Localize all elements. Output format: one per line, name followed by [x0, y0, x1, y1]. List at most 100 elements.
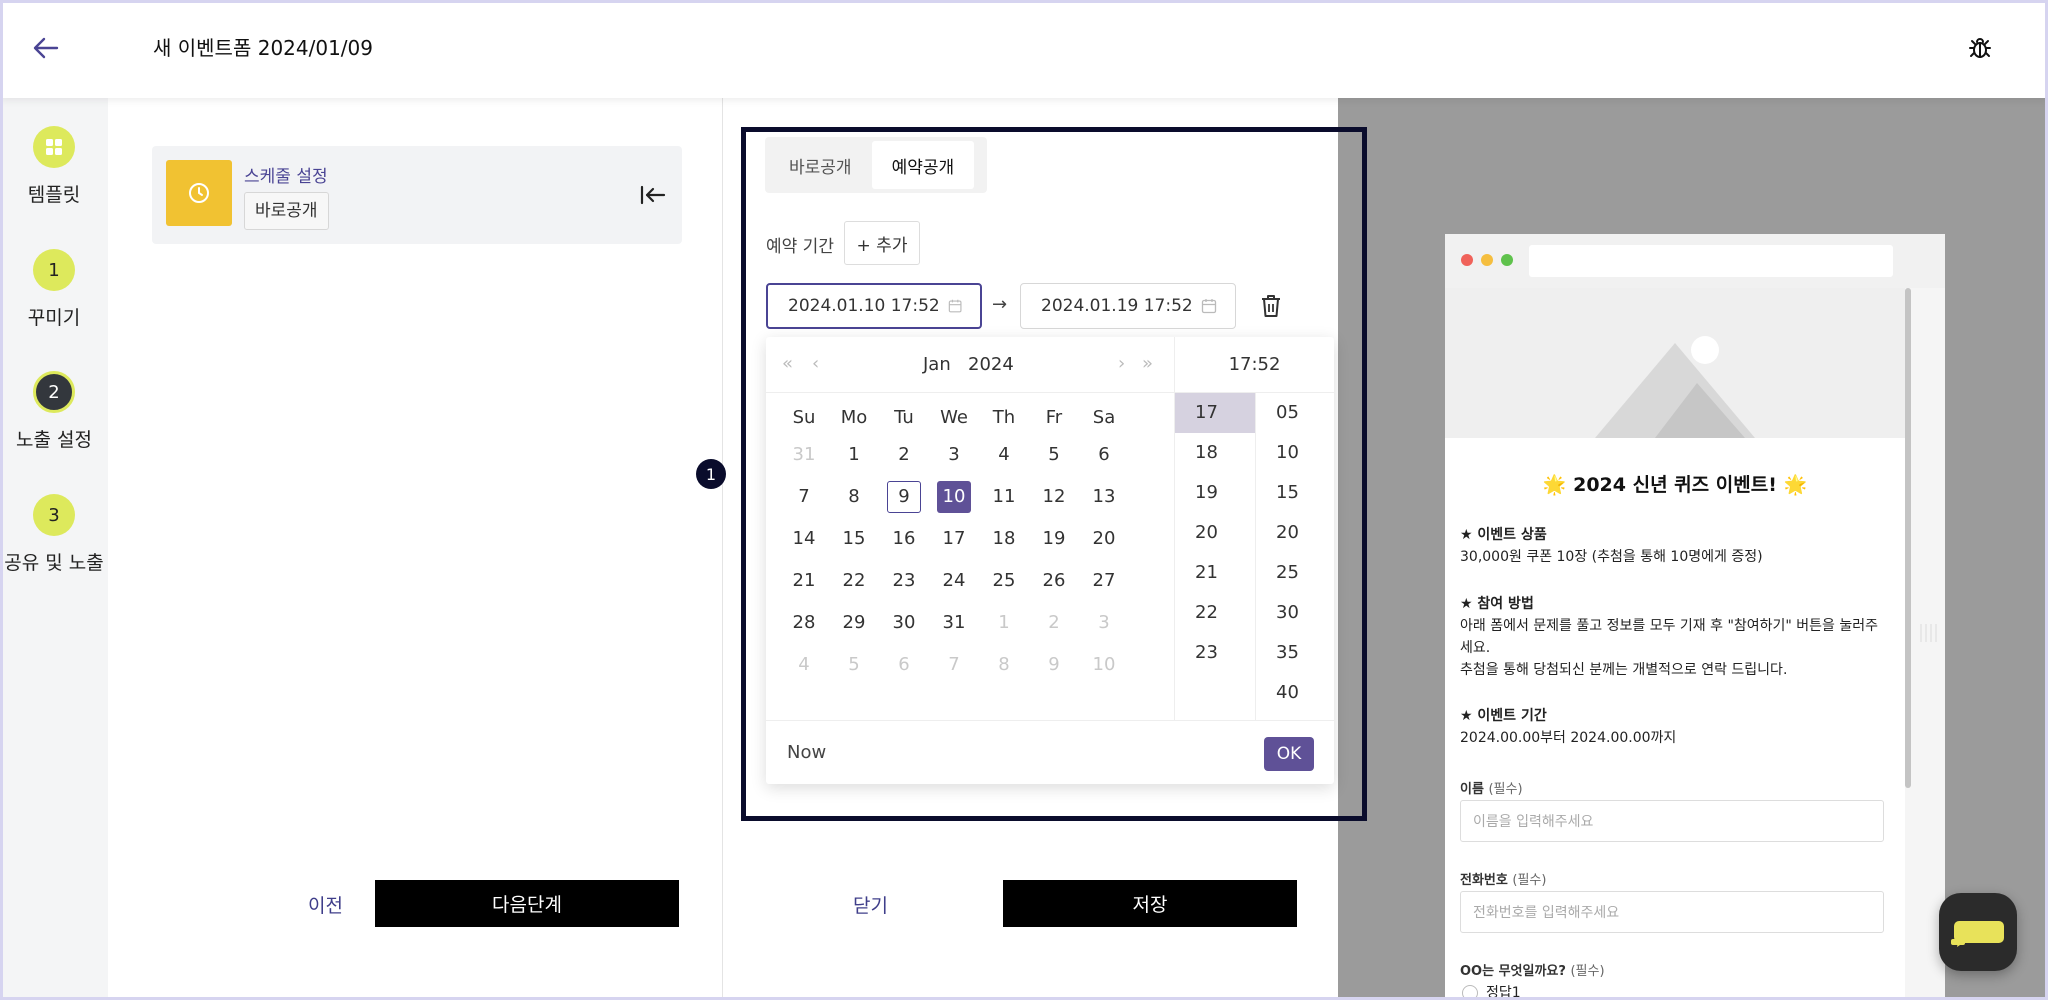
calendar-day[interactable]: 27 — [1084, 565, 1124, 597]
calendar-day[interactable]: 4 — [784, 649, 824, 681]
calendar-day[interactable]: 10 — [1084, 649, 1124, 681]
weekday-label: Su — [792, 407, 816, 428]
calendar-day[interactable]: 20 — [1084, 523, 1124, 555]
step-label: 템플릿 — [27, 184, 81, 206]
minute-option[interactable]: 30 — [1256, 593, 1334, 633]
hour-option[interactable]: 23 — [1175, 633, 1255, 673]
calendar-day[interactable]: 3 — [934, 439, 974, 471]
calendar-day[interactable]: 7 — [784, 481, 824, 513]
app-header: 새 이벤트폼 2024/01/09 — [0, 0, 2048, 98]
minute-option[interactable]: 10 — [1256, 433, 1334, 473]
calendar-day[interactable]: 21 — [784, 565, 824, 597]
minute-option[interactable]: 20 — [1256, 513, 1334, 553]
period-heading: ★ 이벤트 기간 — [1460, 708, 1547, 724]
weekday-label: Th — [992, 407, 1016, 428]
calendar-day[interactable]: 22 — [834, 565, 874, 597]
save-button[interactable]: 저장 — [1003, 880, 1297, 927]
calendar-day[interactable]: 16 — [884, 523, 924, 555]
hour-option[interactable]: 21 — [1175, 553, 1255, 593]
calendar-day[interactable]: 8 — [834, 481, 874, 513]
ok-button[interactable]: OK — [1264, 737, 1314, 771]
period-section: ★ 이벤트 기간 2024.00.00부터 2024.00.00까지 — [1460, 705, 1890, 749]
calendar-day[interactable]: 15 — [834, 523, 874, 555]
hour-option[interactable]: 18 — [1175, 433, 1255, 473]
hero-image-placeholder — [1445, 288, 1941, 438]
calendar-day[interactable]: 17 — [934, 523, 974, 555]
page-title: 새 이벤트폼 2024/01/09 — [153, 36, 373, 60]
minute-option[interactable]: 25 — [1256, 553, 1334, 593]
minute-option[interactable]: 35 — [1256, 633, 1334, 673]
calendar-day[interactable]: 5 — [834, 649, 874, 681]
collapse-left-icon[interactable] — [638, 180, 668, 210]
calendar-header: « ‹ Jan 2024 › » — [766, 337, 1175, 393]
bug-icon[interactable] — [1962, 30, 1998, 66]
now-button[interactable]: Now — [787, 742, 826, 763]
calendar-day[interactable]: 31 — [934, 607, 974, 639]
calendar-day[interactable]: 1 — [834, 439, 874, 471]
scroll-thumb[interactable] — [1905, 288, 1911, 788]
calendar-day[interactable]: 6 — [1084, 439, 1124, 471]
weekday-label: Fr — [1045, 407, 1063, 428]
step-decorate[interactable]: 1 꾸미기 — [0, 249, 108, 330]
calendar-day[interactable]: 3 — [1084, 607, 1124, 639]
calendar-day[interactable]: 10 — [937, 481, 971, 513]
calendar-day[interactable]: 2 — [1034, 607, 1074, 639]
back-arrow-icon[interactable] — [28, 30, 64, 66]
calendar-month[interactable]: Jan — [923, 354, 951, 375]
calendar-day[interactable]: 9 — [1034, 649, 1074, 681]
hour-option[interactable]: 20 — [1175, 513, 1255, 553]
calendar-day[interactable]: 30 — [884, 607, 924, 639]
step-label: 노출 설정 — [16, 429, 92, 451]
calendar-day[interactable]: 5 — [1034, 439, 1074, 471]
calendar-day[interactable]: 12 — [1034, 481, 1074, 513]
step-label: 공유 및 노출 — [4, 552, 104, 574]
minute-option[interactable]: 15 — [1256, 473, 1334, 513]
calendar-day[interactable]: 1 — [984, 607, 1024, 639]
calendar-day[interactable]: 7 — [934, 649, 974, 681]
prev-month-icon[interactable]: ‹ — [812, 353, 819, 374]
radio-button[interactable] — [1462, 985, 1478, 1000]
schedule-card[interactable]: 스케줄 설정 바로공개 — [152, 146, 682, 244]
calendar-day[interactable]: 9 — [887, 481, 921, 513]
calendar-day[interactable]: 8 — [984, 649, 1024, 681]
calendar-day[interactable]: 26 — [1034, 565, 1074, 597]
close-button[interactable]: 닫기 — [853, 891, 888, 918]
hour-option[interactable]: 22 — [1175, 593, 1255, 633]
prev-year-icon[interactable]: « — [782, 353, 793, 374]
next-month-icon[interactable]: › — [1118, 353, 1125, 374]
calendar-day[interactable]: 14 — [784, 523, 824, 555]
step-number: 3 — [33, 494, 75, 536]
calendar-day[interactable]: 28 — [784, 607, 824, 639]
calendar-day[interactable]: 25 — [984, 565, 1024, 597]
calendar-day[interactable]: 23 — [884, 565, 924, 597]
datetime-picker: « ‹ Jan 2024 › » Su Mo Tu We Th Fr Sa 31 1 2 3 4 5 6… — [766, 337, 1334, 784]
calendar-day[interactable]: 31 — [784, 439, 824, 471]
calendar-day[interactable]: 24 — [934, 565, 974, 597]
step-share[interactable]: 3 공유 및 노출 — [0, 494, 108, 575]
hour-option[interactable]: 19 — [1175, 473, 1255, 513]
step-exposure[interactable]: 2 노출 설정 — [0, 371, 108, 452]
name-input[interactable]: 이름을 입력해주세요 — [1460, 800, 1884, 842]
calendar-day[interactable]: 18 — [984, 523, 1024, 555]
chat-icon[interactable] — [1939, 893, 2017, 971]
calendar-day[interactable]: 29 — [834, 607, 874, 639]
calendar-day[interactable]: 19 — [1034, 523, 1074, 555]
next-year-icon[interactable]: » — [1142, 353, 1153, 374]
step-label: 꾸미기 — [27, 307, 81, 329]
minute-option[interactable]: 40 — [1256, 673, 1334, 713]
phone-input[interactable]: 전화번호를 입력해주세요 — [1460, 891, 1884, 933]
resize-handle-icon[interactable] — [1918, 622, 1938, 644]
calendar-day[interactable]: 4 — [984, 439, 1024, 471]
prev-button[interactable]: 이전 — [308, 891, 343, 918]
next-step-button[interactable]: 다음단계 — [375, 880, 679, 927]
calendar-day[interactable]: 2 — [884, 439, 924, 471]
calendar-day[interactable]: 11 — [984, 481, 1024, 513]
quiz-option[interactable]: 정답1 — [1462, 982, 1892, 1000]
calendar-day[interactable]: 6 — [884, 649, 924, 681]
hour-option[interactable]: 17 — [1175, 393, 1255, 433]
schedule-status-badge: 바로공개 — [244, 192, 329, 230]
step-template[interactable]: 템플릿 — [0, 126, 108, 207]
calendar-year[interactable]: 2024 — [968, 354, 1014, 375]
calendar-day[interactable]: 13 — [1084, 481, 1124, 513]
minute-option[interactable]: 05 — [1256, 393, 1334, 433]
